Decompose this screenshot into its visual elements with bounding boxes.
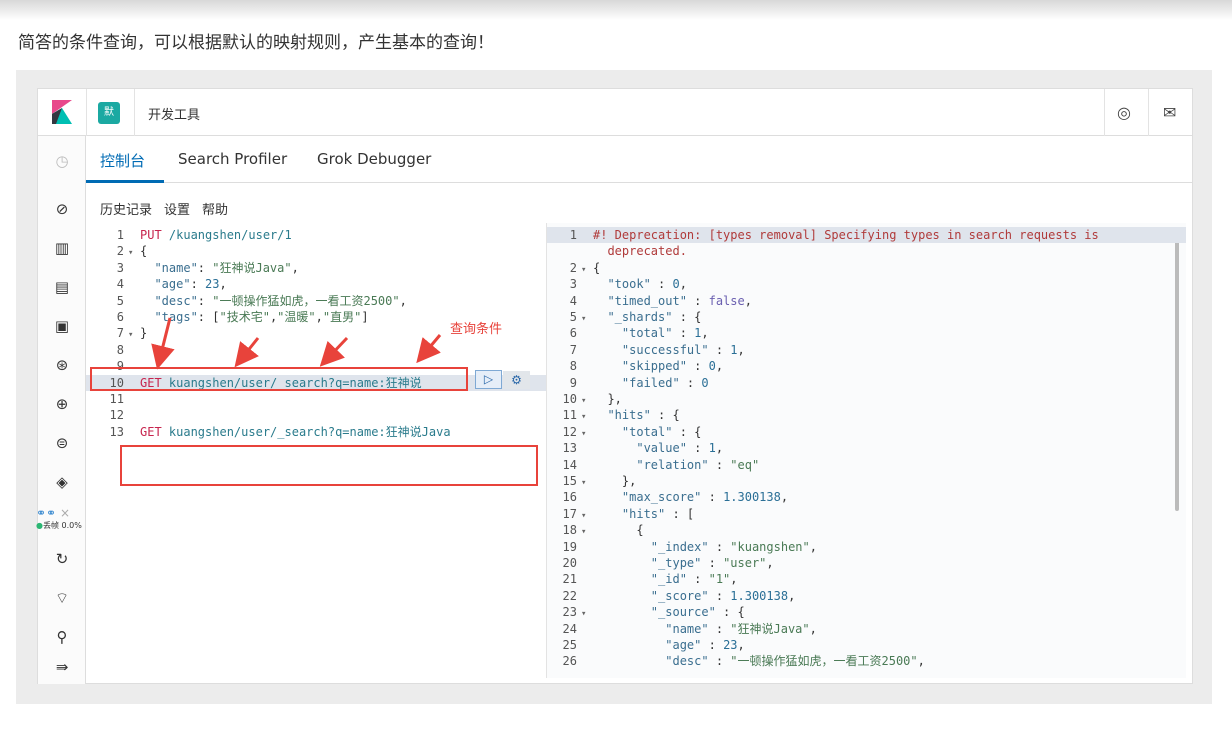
arrow — [234, 337, 260, 368]
fps-overlay: ⚭⚭ × ●丢帧 0.0% — [36, 506, 96, 531]
glasses-icon: ⚭⚭ × — [36, 506, 70, 520]
overlay-close-button[interactable]: × — [60, 506, 70, 520]
arrow — [319, 336, 349, 367]
status-dot-icon: ● — [36, 521, 43, 530]
arrow — [416, 334, 442, 364]
fps-text: 丢帧 0.0% — [42, 521, 82, 530]
annotation-arrows — [151, 317, 442, 370]
arrow — [151, 317, 175, 370]
